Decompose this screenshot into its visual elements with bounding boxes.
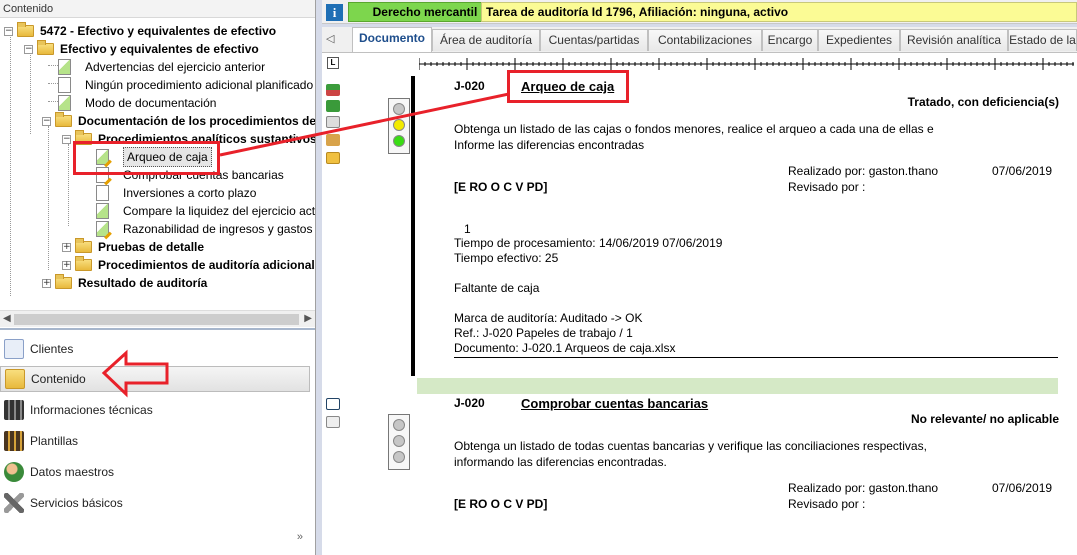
tab-documento[interactable]: Documento (352, 27, 432, 52)
annotation-overlay (101, 92, 510, 398)
left-arrow-icon (101, 349, 169, 398)
connector-line (219, 92, 510, 157)
